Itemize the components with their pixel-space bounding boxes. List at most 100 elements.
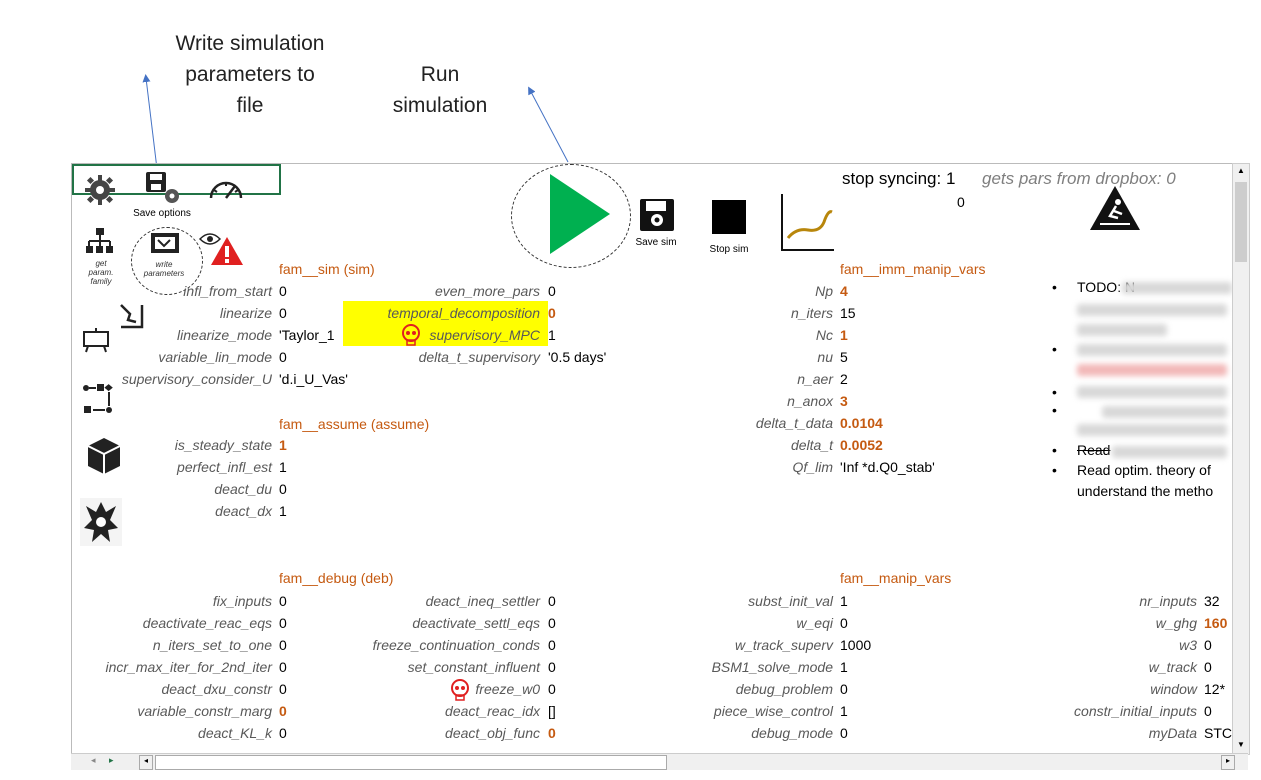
param-value[interactable]: 4 xyxy=(840,283,848,299)
param-value[interactable]: 32 xyxy=(1204,593,1220,609)
param-value[interactable]: 0 xyxy=(1204,659,1212,675)
param-value[interactable]: 0 xyxy=(1204,637,1212,653)
param-value[interactable]: '0.5 days' xyxy=(548,349,606,365)
param-label: Qf_lim xyxy=(792,459,833,475)
param-label: fix_inputs xyxy=(212,593,272,609)
param-label: deact_du xyxy=(214,481,272,497)
param-value[interactable]: 0 xyxy=(279,481,287,497)
sheet-nav-left-icon[interactable]: ◂ xyxy=(91,755,96,766)
param-label: deactivate_settl_eqs xyxy=(412,615,540,631)
write-parameters-icon[interactable] xyxy=(150,232,180,259)
scroll-up-icon[interactable]: ▲ xyxy=(1235,164,1247,178)
horizontal-scrollbar[interactable]: ◂ ▸ ◂ ▸ xyxy=(71,753,1248,770)
stop-syncing-label: stop syncing: 1 xyxy=(842,169,956,188)
param-value[interactable]: 0 xyxy=(840,725,848,741)
warning-icon[interactable] xyxy=(209,235,245,272)
redacted xyxy=(1077,324,1167,336)
param-value[interactable]: 1 xyxy=(279,459,287,475)
param-value[interactable]: 0 xyxy=(548,725,556,741)
param-value[interactable]: STC xyxy=(1204,725,1232,741)
param-value[interactable]: 0.0052 xyxy=(840,437,883,453)
flow-icon[interactable] xyxy=(82,382,114,421)
param-value[interactable]: 0 xyxy=(279,593,287,609)
param-value[interactable]: 1 xyxy=(840,593,848,609)
param-value[interactable]: 0 xyxy=(279,703,287,719)
param-value[interactable]: 5 xyxy=(840,349,848,365)
param-value[interactable]: 0 xyxy=(279,681,287,697)
param-value[interactable]: 'd.i_U_Vas' xyxy=(279,371,348,387)
param-value[interactable]: 0 xyxy=(548,637,556,653)
param-label: debug_problem xyxy=(735,681,833,697)
hscroll-thumb[interactable] xyxy=(155,755,667,770)
param-label: n_anox xyxy=(787,393,833,409)
gear-icon[interactable] xyxy=(84,174,116,211)
easel-icon[interactable] xyxy=(82,327,110,358)
package-icon[interactable] xyxy=(86,436,122,481)
param-value[interactable]: 'Taylor_1 xyxy=(279,327,335,343)
param-value[interactable]: 1 xyxy=(548,327,556,343)
param-value[interactable]: 0 xyxy=(548,615,556,631)
param-value[interactable]: 'Inf *d.Q0_stab' xyxy=(840,459,935,475)
param-value[interactable]: 1 xyxy=(279,503,287,519)
skull-icon xyxy=(401,324,421,351)
param-value[interactable]: 0 xyxy=(279,283,287,299)
speedometer-icon[interactable] xyxy=(208,176,244,205)
param-label: n_iters xyxy=(790,305,833,321)
todo-item: understand the metho xyxy=(1077,483,1214,499)
scroll-left-icon[interactable]: ◂ xyxy=(139,755,153,770)
param-value[interactable]: 0 xyxy=(279,637,287,653)
param-label: infl_from_start xyxy=(183,283,272,299)
param-value[interactable]: 0 xyxy=(548,593,556,609)
linearize-icon[interactable] xyxy=(118,302,146,335)
todo-bullet: • xyxy=(1052,462,1057,478)
sheet-nav-right-icon[interactable]: ▸ xyxy=(109,755,114,766)
param-value[interactable]: 1 xyxy=(840,659,848,675)
section-title-manip: fam__manip_vars xyxy=(840,570,952,586)
param-value[interactable]: 0 xyxy=(279,615,287,631)
param-value[interactable]: [] xyxy=(548,703,556,719)
scroll-right-icon[interactable]: ▸ xyxy=(1221,755,1235,770)
todo-bullet: • xyxy=(1052,402,1057,418)
vertical-scrollbar[interactable]: ▲ ▼ xyxy=(1232,163,1250,755)
param-label: freeze_continuation_conds xyxy=(372,637,540,653)
param-value[interactable]: 160 xyxy=(1204,615,1227,631)
param-value[interactable]: 0 xyxy=(279,349,287,365)
param-value[interactable]: 0 xyxy=(840,615,848,631)
param-label: debug_mode xyxy=(751,725,833,741)
scroll-down-icon[interactable]: ▼ xyxy=(1235,738,1247,752)
param-value[interactable]: 15 xyxy=(840,305,856,321)
warrior-icon[interactable] xyxy=(80,498,122,551)
param-value[interactable]: 0 xyxy=(279,725,287,741)
param-value[interactable]: 0 xyxy=(548,305,556,321)
param-value[interactable]: 0 xyxy=(279,305,287,321)
param-value[interactable]: 1 xyxy=(840,703,848,719)
param-value[interactable]: 1 xyxy=(279,437,287,453)
param-value[interactable]: 12* xyxy=(1204,681,1225,697)
param-label: constr_initial_inputs xyxy=(1074,703,1197,719)
param-value[interactable]: 1000 xyxy=(840,637,871,653)
param-value[interactable]: 0.0104 xyxy=(840,415,883,431)
save-options-icon[interactable] xyxy=(144,170,184,211)
chart-icon[interactable] xyxy=(778,192,836,259)
param-value[interactable]: 0 xyxy=(548,283,556,299)
param-value[interactable]: 0 xyxy=(548,659,556,675)
param-value[interactable]: 3 xyxy=(840,393,848,409)
param-label: deact_dxu_constr xyxy=(161,681,272,697)
scroll-thumb[interactable] xyxy=(1235,182,1247,262)
param-label: subst_init_val xyxy=(748,593,833,609)
param-label: set_constant_influent xyxy=(407,659,540,675)
param-value[interactable]: 0 xyxy=(279,659,287,675)
param-label: n_iters_set_to_one xyxy=(152,637,272,653)
param-value[interactable]: 0 xyxy=(1204,703,1212,719)
save-sim-icon[interactable] xyxy=(639,198,675,237)
stop-icon[interactable] xyxy=(712,200,746,239)
param-value[interactable]: 0 xyxy=(548,681,556,697)
play-icon[interactable] xyxy=(548,172,612,261)
param-value[interactable]: 1 xyxy=(840,327,848,343)
stop-syncing-value: 0 xyxy=(957,194,965,210)
label-line: family xyxy=(90,277,112,286)
param-label: Np xyxy=(815,283,833,299)
param-value[interactable]: 2 xyxy=(840,371,848,387)
param-value[interactable]: 0 xyxy=(840,681,848,697)
hierarchy-icon[interactable] xyxy=(85,227,115,260)
